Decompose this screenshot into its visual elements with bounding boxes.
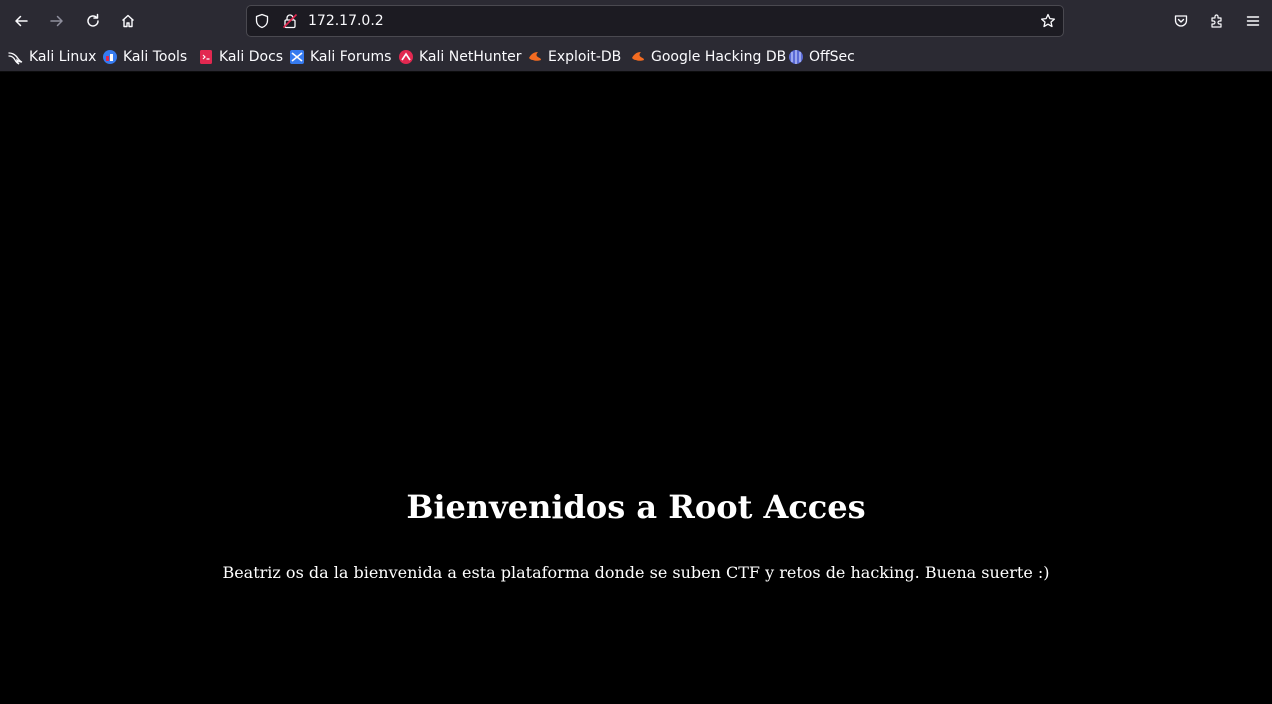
bookmarks-toolbar: Kali Linux Kali Tools Kali Docs Kali For… [0,42,1272,72]
insecure-lock-icon[interactable] [282,13,298,29]
puzzle-piece-icon [1211,14,1222,28]
exploit-db-icon [527,49,543,65]
pocket-icon [1174,15,1188,27]
home-button[interactable] [114,7,142,35]
back-arrow-icon [15,15,28,27]
bookmark-google-hacking-db[interactable]: Google Hacking DB [630,48,786,66]
bookmark-offsec[interactable]: OffSec [788,48,855,66]
hamburger-menu-icon [1246,16,1260,26]
navigation-toolbar: 172.17.0.2 [0,0,1272,42]
address-bar[interactable]: 172.17.0.2 [246,5,1064,37]
menu-button[interactable] [1239,7,1267,35]
kali-docs-icon [198,49,214,65]
shield-icon[interactable] [254,13,270,29]
kali-nethunter-icon [398,49,414,65]
bookmark-kali-docs[interactable]: Kali Docs [198,48,283,66]
browser-window: 172.17.0.2 Kali Linux Kali Tools Kali Do… [0,0,1272,704]
bookmark-kali-tools[interactable]: Kali Tools [102,48,187,66]
kali-dragon-icon [8,49,24,65]
reload-icon [87,13,99,27]
forward-button[interactable] [43,7,71,35]
page-heading: Bienvenidos a Root Acces [406,488,866,526]
pocket-button[interactable] [1167,7,1195,35]
bookmark-star-icon[interactable] [1040,13,1056,29]
ghdb-icon [630,49,646,65]
reload-button[interactable] [79,7,107,35]
offsec-icon [788,49,804,65]
bookmark-kali-nethunter[interactable]: Kali NetHunter [398,48,521,66]
forward-arrow-icon [50,15,63,27]
kali-tools-icon [102,49,118,65]
url-text[interactable]: 172.17.0.2 [308,13,384,30]
back-button[interactable] [7,7,35,35]
welcome-message: Beatriz os da la bienvenida a esta plata… [222,563,1050,582]
bookmark-kali-forums[interactable]: Kali Forums [289,48,391,66]
page-content: Bienvenidos a Root Acces Beatriz os da l… [0,72,1272,704]
home-icon [122,14,134,28]
extensions-button[interactable] [1203,7,1231,35]
bookmark-exploit-db[interactable]: Exploit-DB [527,48,621,66]
bookmark-kali-linux[interactable]: Kali Linux [8,48,96,66]
kali-forums-icon [289,49,305,65]
